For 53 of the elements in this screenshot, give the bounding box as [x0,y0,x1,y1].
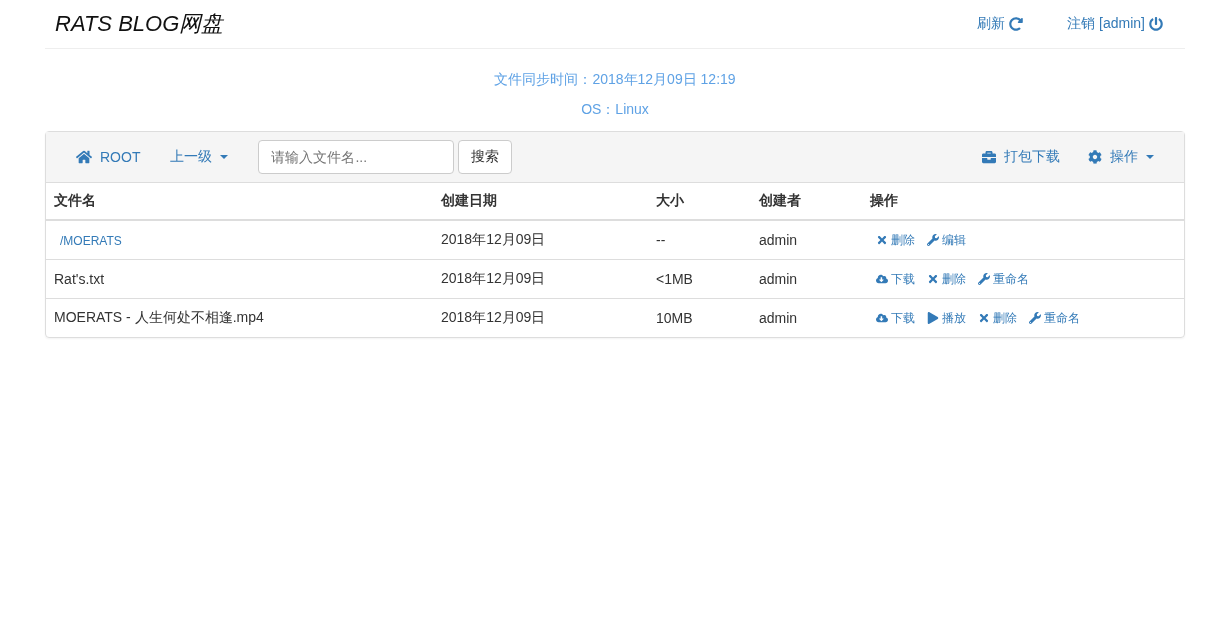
size-text: <1MB [656,271,693,287]
file-name: Rat's.txt [54,271,105,287]
cloud-download-icon [876,273,888,285]
search-button[interactable]: 搜索 [458,140,513,174]
briefcase-icon [982,150,996,164]
parent-dropdown[interactable]: 上一级 [170,148,229,166]
column-header: 操作 [862,183,1184,220]
download-link[interactable]: 下载 [876,270,915,288]
search-field[interactable]: 请输入文件名... [258,140,455,174]
creator-text: admin [759,310,798,326]
info-text: 文件同步时间：2018年12月09日 12:19 [493,71,737,89]
operations-dropdown[interactable]: 操作 [1088,148,1154,166]
pack-download-link[interactable]: 打包下载 [982,148,1060,166]
size-text: 10MB [656,310,693,326]
creator-text: admin [759,232,798,248]
edit-link[interactable]: 重命名 [978,270,1029,288]
logout-link[interactable]: 注销 [admin] [1067,15,1163,33]
column-header: 创建者 [751,183,862,220]
power-icon [1149,17,1163,31]
play-link[interactable]: 播放 [927,309,966,327]
close-icon [927,273,939,285]
column-header: 文件名 [46,183,433,220]
date-text: 2018年12月09日 [441,309,546,325]
wrench-icon [1029,312,1041,324]
download-link[interactable]: 下载 [876,309,915,327]
edit-link[interactable]: 重命名 [1029,309,1080,327]
wrench-icon [927,234,939,246]
date-text: 2018年12月09日 [441,270,546,286]
home-icon [76,149,92,165]
info-text: OS：Linux [580,101,650,119]
file-name: MOERATS - 人生何处不相逢.mp4 [54,309,264,325]
close-icon [876,234,888,246]
column-header: 创建日期 [433,183,648,220]
date-text: 2018年12月09日 [441,231,546,247]
caret-icon [1146,155,1154,159]
play-icon [927,312,939,324]
delete-link[interactable]: 删除 [876,231,915,249]
root-link[interactable]: ROOT [76,149,141,165]
edit-link[interactable]: 编辑 [927,231,966,249]
cloud-download-icon [876,312,888,324]
column-header: 大小 [648,183,751,220]
refresh-link[interactable]: 刷新 [977,15,1024,33]
refresh-icon [1009,17,1024,31]
caret-icon [220,155,229,159]
creator-text: admin [759,271,798,287]
size-text: -- [656,232,666,248]
close-icon [978,312,990,324]
wrench-icon [978,273,990,285]
folder-link[interactable]: /MOERATS [60,234,122,248]
settings-icon [1088,150,1102,164]
delete-link[interactable]: 删除 [927,270,966,288]
site-title: RATS BLOG网盘 [55,10,224,38]
delete-link[interactable]: 删除 [978,309,1017,327]
